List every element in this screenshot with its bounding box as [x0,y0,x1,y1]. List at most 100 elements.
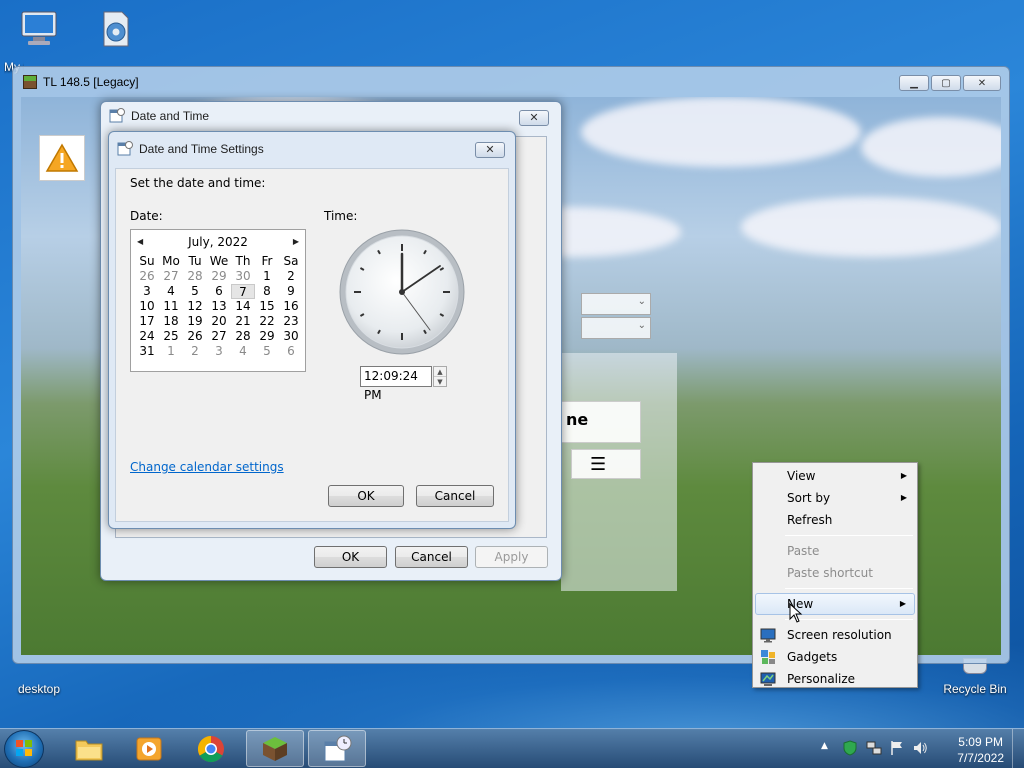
calendar-day[interactable]: 25 [159,329,183,344]
calendar-day[interactable]: 27 [207,329,231,344]
calendar-day-selected[interactable]: 7 [231,284,255,299]
calendar-day[interactable]: 12 [183,299,207,314]
calendar-day[interactable]: 15 [255,299,279,314]
calendar-day[interactable]: 23 [279,314,303,329]
background-dropdown-1[interactable]: ⌄ [581,293,651,315]
calendar-day[interactable]: 2 [183,344,207,359]
menu-item-gadgets[interactable]: Gadgets [755,646,915,668]
next-month-button[interactable]: ▶ [293,230,299,254]
taskbar-clock[interactable]: 5:09 PM 7/7/2022 [957,734,1004,766]
clock-date: 7/7/2022 [957,751,1004,765]
calendar-day[interactable]: 5 [255,344,279,359]
action-center-flag-icon[interactable] [890,740,904,756]
calendar-day[interactable]: 3 [135,284,159,299]
triangle-left-icon: ◀ [137,237,144,246]
time-input[interactable]: 12:09:24 PM [360,366,432,402]
calendar-day[interactable]: 19 [183,314,207,329]
menu-item-screen-resolution[interactable]: Screen resolution [755,624,915,646]
taskbar-chrome-button[interactable] [182,730,240,767]
close-button[interactable]: ✕ [475,142,505,158]
maximize-button[interactable]: ▢ [931,75,961,91]
calendar-day[interactable]: 14 [231,299,255,314]
calendar-day[interactable]: 4 [231,344,255,359]
menu-item-paste[interactable]: Paste [755,540,915,562]
close-button[interactable]: ✕ [963,75,1001,91]
calendar-day[interactable]: 2 [279,269,303,284]
calendar-day[interactable]: 20 [207,314,231,329]
calendar-day[interactable]: 5 [183,284,207,299]
calendar-day[interactable]: 29 [255,329,279,344]
spinner-down-icon[interactable]: ▼ [434,377,446,387]
background-dropdown-2[interactable]: ⌄ [581,317,651,339]
menu-item-personalize[interactable]: Personalize [755,668,915,690]
desktop-icon-sched-task[interactable] [80,8,150,54]
calendar-day[interactable]: 30 [231,269,255,284]
start-button[interactable] [4,730,44,768]
calendar-day[interactable]: 11 [159,299,183,314]
calendar-day[interactable]: 4 [159,284,183,299]
change-calendar-settings-link[interactable]: Change calendar settings [130,460,284,474]
menu-item-paste-shortcut[interactable]: Paste shortcut [755,562,915,584]
menu-button[interactable]: ☰ [571,449,641,479]
taskbar-minecraft-button[interactable] [246,730,304,767]
calendar-day[interactable]: 1 [255,269,279,284]
close-button[interactable]: ✕ [519,110,549,126]
menu-item-refresh[interactable]: Refresh [755,509,915,531]
calendar-day[interactable]: 28 [231,329,255,344]
taskbar-explorer-button[interactable] [60,730,118,767]
calendar-day[interactable]: 17 [135,314,159,329]
calendar-day[interactable]: 31 [135,344,159,359]
calendar-day[interactable]: 3 [207,344,231,359]
calendar-day[interactable]: 9 [279,284,303,299]
calendar-day[interactable]: 24 [135,329,159,344]
taskbar-media-player-button[interactable] [120,730,178,767]
calendar-day[interactable]: 10 [135,299,159,314]
cancel-button[interactable]: Cancel [395,546,468,568]
calendar-month-label[interactable]: July, 2022 [188,235,248,249]
calendar-day[interactable]: 6 [279,344,303,359]
calendar-day[interactable]: 1 [159,344,183,359]
network-icon[interactable] [866,740,882,756]
menu-item-sort-by[interactable]: Sort by ▶ [755,487,915,509]
desktop-icon-my-computer[interactable]: My Computer [4,8,74,74]
desktop-context-menu[interactable]: View ▶ Sort by ▶ Refresh Paste Paste short… [752,462,918,688]
dialog-titlebar[interactable]: Date and Time [101,102,561,130]
menu-item-new[interactable]: New ▶ [755,593,915,615]
calendar-day[interactable]: 26 [183,329,207,344]
security-shield-icon[interactable] [843,740,857,756]
taskbar-date-time-button[interactable] [308,730,366,767]
calendar-day[interactable]: 28 [183,269,207,284]
spinner-up-icon[interactable]: ▲ [434,367,446,377]
dialog-titlebar[interactable]: Date and Time Settings [109,132,515,166]
background-heading-text: ne [566,410,589,429]
calendar-day[interactable]: 6 [207,284,231,299]
calendar-day[interactable]: 22 [255,314,279,329]
previous-month-button[interactable]: ◀ [137,230,143,254]
calendar-day[interactable]: 26 [135,269,159,284]
minimize-button[interactable]: ▁ [899,75,929,91]
analog-clock [338,228,466,356]
app-titlebar[interactable]: TL 148.5 [Legacy] [13,67,1009,97]
calendar-day[interactable]: 21 [231,314,255,329]
calendar[interactable]: ◀ July, 2022 ▶ Su Mo Tu We Th Fr Sa 26 27 28 29 30 1… [130,229,306,372]
weekday-header: We [209,254,229,268]
calendar-day[interactable]: 8 [255,284,279,299]
calendar-day[interactable]: 30 [279,329,303,344]
settings-ok-button[interactable]: OK [328,485,404,507]
volume-icon[interactable] [912,740,928,756]
warning-badge[interactable] [39,135,85,181]
calendar-day[interactable]: 29 [207,269,231,284]
settings-cancel-button[interactable]: Cancel [416,485,494,507]
calendar-day[interactable]: 27 [159,269,183,284]
time-spinner[interactable]: ▲ ▼ [433,366,447,387]
date-time-icon [109,107,125,126]
apply-button[interactable]: Apply [475,546,548,568]
calendar-day[interactable]: 13 [207,299,231,314]
clock-time: 5:09 PM [958,735,1003,749]
tray-overflow-icon[interactable]: ▲ [821,741,828,751]
ok-button[interactable]: OK [314,546,387,568]
calendar-day[interactable]: 16 [279,299,303,314]
menu-item-view[interactable]: View ▶ [755,465,915,487]
show-desktop-button[interactable] [1012,729,1024,768]
calendar-day[interactable]: 18 [159,314,183,329]
